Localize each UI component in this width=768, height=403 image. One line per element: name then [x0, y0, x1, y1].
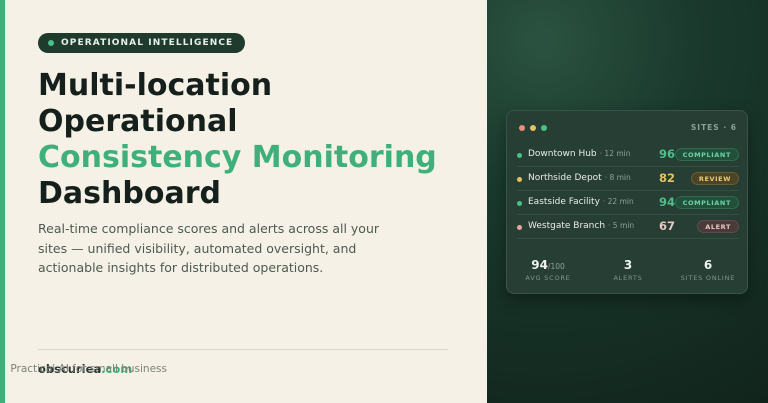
site-updated-time: · 22 min: [602, 197, 634, 206]
status-badge: REVIEW: [690, 172, 739, 185]
site-row[interactable]: Northside Depot · 8 min 82 REVIEW: [517, 167, 739, 191]
sites-count-label: SITES · 6: [690, 123, 737, 132]
site-row[interactable]: Downtown Hub · 12 min 96 COMPLIANT: [517, 143, 739, 167]
title-line-4: Dashboard: [38, 176, 221, 211]
status-badge: ALERT: [697, 220, 739, 233]
stat-sites-online: 6 SITES ONLINE: [668, 258, 748, 282]
hero-panel: OPERATIONAL INTELLIGENCE Multi-location …: [0, 0, 487, 403]
title-line-3: Consistency Monitoring: [38, 140, 437, 175]
status-dot-icon: [517, 201, 522, 206]
site-score: 67: [658, 219, 675, 233]
site-score: 96: [658, 147, 675, 161]
status-dot-icon: [517, 177, 522, 182]
stat-label: ALERTS: [613, 274, 643, 282]
page-title: Multi-location Operational Consistency M…: [38, 68, 478, 212]
accent-bar: [0, 0, 5, 403]
site-name-wrap: Eastside Facility · 22 min: [528, 197, 634, 207]
status-dot-icon: [517, 225, 522, 230]
site-score: 82: [658, 171, 675, 185]
avg-score-value: 94: [531, 258, 548, 272]
card-header: SITES · 6: [507, 111, 749, 143]
stat-alerts: 3 ALERTS: [588, 258, 668, 282]
site-row[interactable]: Westgate Branch · 5 min 67 ALERT: [517, 215, 739, 239]
stat-label: AVG SCORE: [525, 274, 571, 282]
dashboard-card: SITES · 6 Downtown Hub · 12 min 96 COMPLI…: [506, 110, 748, 294]
title-line-1: Multi-location: [38, 68, 273, 103]
site-score: 94: [658, 195, 675, 209]
tagline: Practical AI for small business: [10, 363, 167, 375]
stat-avg-score: 94/100 AVG SCORE: [508, 258, 588, 282]
summary-stats: 94/100 AVG SCORE 3 ALERTS 6 SITES ONLINE: [507, 258, 749, 294]
window-minimize-dot-icon: [530, 125, 536, 131]
site-name-wrap: Northside Depot · 8 min: [528, 173, 631, 183]
site-name: Eastside Facility: [528, 197, 600, 207]
badge-label: OPERATIONAL INTELLIGENCE: [61, 38, 234, 48]
badge-dot-icon: [48, 40, 54, 46]
site-name-wrap: Downtown Hub · 12 min: [528, 149, 631, 159]
footer-divider: [38, 349, 448, 350]
subtitle-text: Real-time compliance scores and alerts a…: [38, 221, 380, 275]
status-badge: COMPLIANT: [674, 148, 739, 161]
window-close-dot-icon: [519, 125, 525, 131]
status-badge: COMPLIANT: [674, 196, 739, 209]
status-dot-icon: [517, 153, 522, 158]
site-name-wrap: Westgate Branch · 5 min: [528, 221, 634, 231]
site-updated-time: · 5 min: [608, 221, 635, 230]
site-name: Downtown Hub: [528, 149, 597, 159]
stat-value: 94/100: [508, 258, 588, 272]
alerts-value: 3: [623, 258, 633, 272]
category-badge: OPERATIONAL INTELLIGENCE: [38, 33, 246, 53]
site-updated-time: · 12 min: [599, 149, 631, 158]
avg-score-max: /100: [547, 262, 565, 271]
stat-label: SITES ONLINE: [680, 274, 736, 282]
title-line-2: Operational: [38, 104, 238, 139]
site-name: Northside Depot: [528, 173, 602, 183]
site-name: Westgate Branch: [528, 221, 606, 231]
sites-online-value: 6: [703, 258, 713, 272]
window-maximize-dot-icon: [541, 125, 547, 131]
site-row[interactable]: Eastside Facility · 22 min 94 COMPLIANT: [517, 191, 739, 215]
site-updated-time: · 8 min: [604, 173, 631, 182]
